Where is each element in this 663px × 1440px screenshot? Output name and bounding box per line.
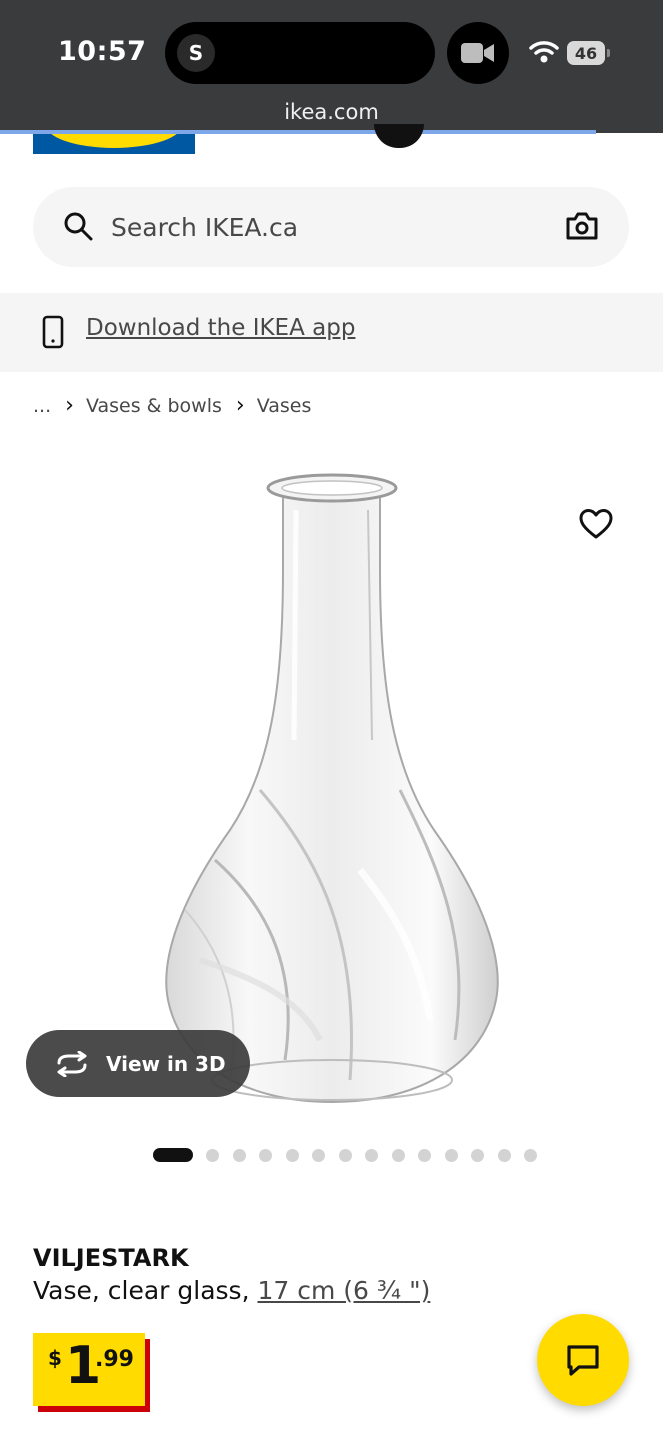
status-time: 10:57 [58,36,147,67]
chevron-right-icon: › [65,393,74,418]
island-avatar: S [177,34,215,72]
rotate-3d-icon [57,1050,87,1077]
chat-icon [567,1345,599,1376]
dynamic-island[interactable]: S [165,22,435,84]
carousel-dot[interactable] [232,1148,246,1162]
carousel-dot[interactable] [365,1148,378,1162]
breadcrumb: ... › Vases & bowls › Vases [33,393,311,418]
carousel-dot[interactable] [312,1148,325,1162]
view-in-3d-button[interactable]: View in 3D [26,1030,250,1097]
header-icon-button[interactable] [374,124,424,148]
carousel-dot[interactable] [259,1148,272,1162]
search-bar[interactable] [33,187,629,267]
carousel-dot[interactable] [524,1148,537,1162]
breadcrumb-item[interactable]: Vases [257,395,312,417]
price-tag: $ 1 .99 [33,1333,145,1406]
carousel-dot[interactable] [444,1148,458,1162]
chevron-right-icon: › [235,393,245,418]
price-currency: $ [48,1346,62,1370]
search-icon[interactable] [63,211,93,245]
video-camera-icon[interactable] [447,22,509,84]
product-image[interactable] [0,440,663,1130]
carousel-indicator[interactable] [153,1148,551,1162]
product-name: VILJESTARK [33,1244,189,1272]
carousel-dot[interactable] [418,1148,431,1162]
search-input[interactable] [111,201,541,253]
wifi-icon [529,40,559,68]
camera-icon[interactable] [565,211,599,245]
view-in-3d-label: View in 3D [106,1051,226,1076]
carousel-dot[interactable] [285,1148,299,1162]
ikea-logo[interactable] [33,134,195,154]
carousel-dot[interactable] [338,1148,352,1162]
phone-icon [42,315,64,353]
product-description: Vase, clear glass, 17 cm (6 ¾ ") [33,1276,430,1305]
download-app-link[interactable]: Download the IKEA app [86,315,355,341]
carousel-dot[interactable] [471,1148,484,1162]
heart-icon[interactable] [578,508,614,544]
breadcrumb-item[interactable]: ... [33,395,51,417]
battery-indicator: 46 [567,41,605,65]
address-bar-url[interactable]: ikea.com [0,100,663,124]
product-type: Vase, clear glass, [33,1276,258,1305]
product-gallery[interactable]: View in 3D [0,440,663,1130]
chat-button[interactable] [537,1314,629,1406]
app-download-banner: Download the IKEA app [0,293,663,372]
status-bar: 10:57 S 46 ikea.com [0,0,663,134]
carousel-dot-active[interactable] [153,1148,193,1162]
carousel-dot[interactable] [497,1148,511,1162]
carousel-dot[interactable] [206,1148,219,1162]
price-decimal: .99 [95,1347,134,1372]
product-size-link[interactable]: 17 cm (6 ¾ ") [257,1276,430,1305]
breadcrumb-item[interactable]: Vases & bowls [86,395,222,417]
carousel-dot[interactable] [391,1148,405,1162]
battery-tip [607,49,610,57]
